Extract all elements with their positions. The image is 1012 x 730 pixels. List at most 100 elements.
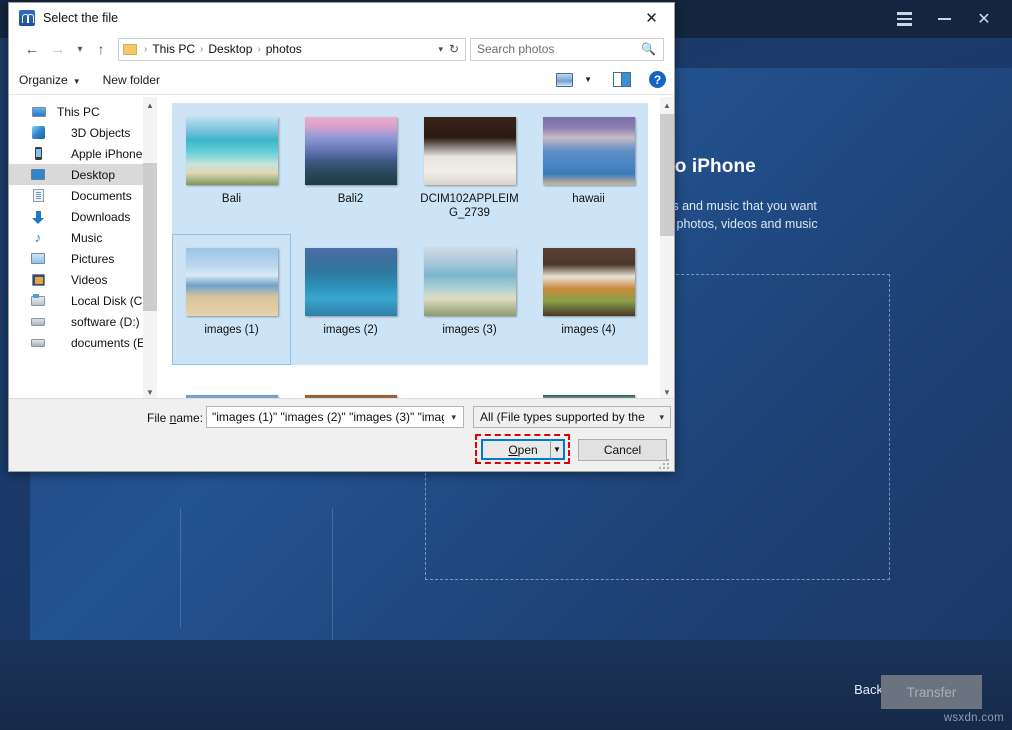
sidebar-item-pictures[interactable]: Pictures [9, 248, 157, 269]
sidebar-item-local-disk-c[interactable]: Local Disk (C:) [9, 290, 157, 311]
music-icon: ♪ [30, 231, 46, 245]
breadcrumb-item-photos[interactable]: photos [266, 42, 302, 56]
file-tile[interactable]: Bali2 [291, 103, 410, 234]
sidebar-item-3d-objects[interactable]: 3D Objects [9, 122, 157, 143]
file-grid: Bali Bali2 DCIM102APPLEIMG_2739hawaii image… [172, 103, 656, 400]
file-list[interactable]: Bali Bali2 DCIM102APPLEIMG_2739hawaii image… [160, 97, 674, 400]
file-tile-partial[interactable] [410, 365, 529, 400]
sidebar-item-label: Music [71, 231, 102, 245]
file-tile[interactable]: images (1) [172, 234, 291, 365]
sidebar-item-videos[interactable]: Videos [9, 269, 157, 290]
new-folder-button[interactable]: New folder [103, 73, 160, 87]
recent-locations-button[interactable]: ▾ [71, 37, 89, 61]
file-name-label: Bali [179, 192, 285, 206]
sidebar-item-label: software (D:) [71, 315, 140, 329]
sidebar-item-label: This PC [57, 105, 100, 119]
file-thumbnail [186, 117, 278, 185]
system-disk-icon [30, 294, 46, 308]
minimize-button[interactable] [924, 0, 964, 38]
file-tile-partial[interactable] [291, 365, 410, 400]
filename-field[interactable]: ▾ [206, 406, 464, 428]
sidebar-item-label: Pictures [71, 252, 114, 266]
sidebar-item-label: documents (E:) [71, 336, 152, 350]
close-icon: ✕ [977, 9, 990, 29]
hamburger-glyph [897, 12, 912, 26]
scroll-up-icon[interactable]: ▲ [143, 97, 157, 113]
file-tile-partial[interactable] [172, 365, 291, 400]
select-file-dialog: Select the file ✕ ← → ▾ ↑ › This PC › De… [8, 2, 675, 472]
sidebar-item-software-d[interactable]: software (D:) [9, 311, 157, 332]
chevron-down-icon[interactable]: ▾ [438, 44, 443, 55]
file-thumbnail [424, 117, 516, 185]
filelist-scrollbar[interactable]: ▲ ▼ [660, 97, 674, 400]
sidebar-scrollbar[interactable]: ▲ ▼ [143, 97, 157, 400]
watermark: wsxdn.com [944, 712, 1004, 724]
nav-back-button[interactable]: ← [19, 37, 45, 61]
filename-label-pre: File [147, 411, 170, 425]
chevron-down-icon: ▾ [659, 412, 664, 423]
sidebar-item-this-pc[interactable]: This PC [9, 101, 157, 122]
sidebar-item-downloads[interactable]: Downloads [9, 206, 157, 227]
dialog-navbar: ← → ▾ ↑ › This PC › Desktop › photos ▾ ↻… [9, 33, 674, 65]
file-tile[interactable]: hawaii [529, 103, 648, 234]
folder-icon [123, 44, 137, 55]
breadcrumb-item-this-pc[interactable]: This PC [152, 42, 195, 56]
sidebar-item-music[interactable]: ♪ Music [9, 227, 157, 248]
view-mode-icon[interactable] [556, 73, 573, 87]
cancel-button[interactable]: Cancel [578, 439, 667, 461]
back-button[interactable]: Back [854, 682, 883, 697]
sidebar-item-documents-e[interactable]: documents (E:) [9, 332, 157, 353]
scrollbar-thumb[interactable] [143, 163, 157, 311]
file-name-label: hawaii [536, 192, 642, 206]
search-box[interactable]: 🔍 [470, 38, 664, 61]
file-tile[interactable]: images (3) [410, 234, 529, 365]
breadcrumb[interactable]: › This PC › Desktop › photos ▾ ↻ [118, 38, 466, 61]
file-tile-partial[interactable] [529, 365, 648, 400]
open-button-highlight [475, 434, 570, 464]
file-thumbnail [305, 248, 397, 316]
transfer-button[interactable]: Transfer [881, 675, 982, 709]
filename-label: File name: [147, 411, 203, 425]
dialog-close-button[interactable]: ✕ [629, 3, 674, 33]
chevron-down-icon[interactable]: ▾ [444, 412, 463, 423]
file-name-label: images (3) [417, 323, 523, 337]
sidebar-item-label: Downloads [71, 210, 130, 224]
search-input[interactable] [477, 42, 641, 56]
file-tile[interactable]: Bali [172, 103, 291, 234]
dialog-titlebar: Select the file ✕ [9, 3, 674, 33]
file-thumbnail [186, 248, 278, 316]
filetype-dropdown[interactable]: All (File types supported by the ▾ [473, 406, 671, 428]
file-tile[interactable]: DCIM102APPLEIMG_2739 [410, 103, 529, 234]
app-close-button[interactable]: ✕ [964, 0, 1004, 38]
search-icon: 🔍 [641, 42, 656, 56]
disk-icon [30, 315, 46, 329]
sidebar-item-apple-iphone[interactable]: Apple iPhone [9, 143, 157, 164]
breadcrumb-separator: › [195, 44, 208, 55]
panel-divider-left [180, 508, 181, 628]
sidebar-item-desktop[interactable]: Desktop [9, 164, 157, 185]
pc-icon [31, 105, 47, 119]
file-thumbnail [424, 248, 516, 316]
nav-up-button[interactable]: ↑ [89, 37, 113, 61]
organize-label: Organize [19, 73, 68, 87]
help-icon[interactable]: ? [649, 71, 666, 88]
sidebar-item-label: Local Disk (C:) [71, 294, 150, 308]
preview-pane-icon[interactable] [613, 72, 631, 87]
filename-input[interactable] [207, 410, 444, 424]
scroll-up-icon[interactable]: ▲ [660, 97, 674, 113]
organize-button[interactable]: Organize▼ [19, 73, 81, 87]
sidebar-item-documents[interactable]: Documents [9, 185, 157, 206]
sidebar-item-label: 3D Objects [71, 126, 130, 140]
pictures-icon [30, 252, 46, 266]
file-tile[interactable]: images (2) [291, 234, 410, 365]
refresh-icon[interactable]: ↻ [449, 42, 459, 56]
list-icon[interactable] [884, 0, 924, 38]
nav-forward-button[interactable]: → [45, 37, 71, 61]
file-name-label: Bali2 [298, 192, 404, 206]
dialog-bottom-bar: File name: ▾ All (File types supported b… [9, 398, 674, 471]
file-tile[interactable]: images (4) [529, 234, 648, 365]
disk-icon [30, 336, 46, 350]
scrollbar-thumb[interactable] [660, 114, 674, 236]
chevron-down-icon[interactable]: ▼ [577, 75, 599, 84]
breadcrumb-item-desktop[interactable]: Desktop [208, 42, 252, 56]
